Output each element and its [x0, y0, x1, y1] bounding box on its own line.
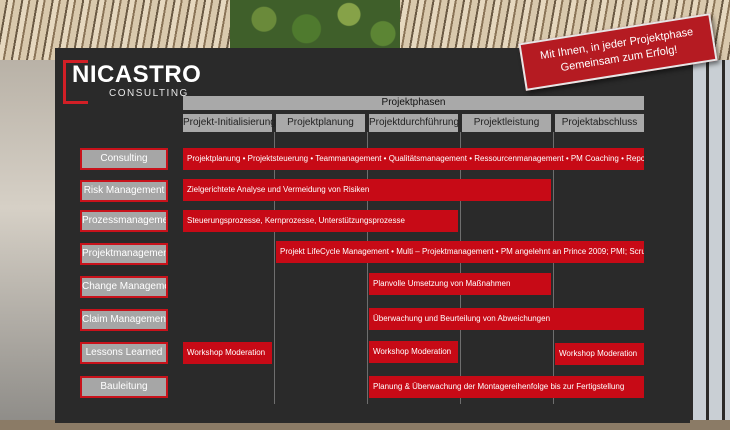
phase-initialisierung[interactable]: Projekt-Initialisierung: [183, 114, 276, 132]
bar-projektmanagement: Projekt LifeCycle Management • Multi – P…: [276, 241, 644, 263]
bar-lessons-abschluss: Workshop Moderation: [555, 343, 644, 365]
category-risk-management[interactable]: Risk Management: [80, 180, 168, 202]
bar-consulting: Projektplanung • Projektsteuerung • Team…: [183, 148, 644, 170]
bar-lessons-durchfuehrung: Workshop Moderation: [369, 341, 458, 363]
logo-subtitle: CONSULTING: [109, 88, 189, 99]
office-left: [0, 60, 55, 430]
phase-planung[interactable]: Projektplanung: [276, 114, 365, 132]
logo-name: NICASTRO: [72, 61, 202, 88]
phase-durchfuehrung[interactable]: Projektdurchführung: [369, 114, 459, 132]
bar-risk: Zielgerichtete Analyse und Vermeidung vo…: [183, 179, 551, 201]
category-projektmanagement[interactable]: Projektmanagement: [80, 243, 168, 265]
category-claim-management[interactable]: Claim Management: [80, 309, 168, 331]
category-prozessmanagement[interactable]: Prozessmanagement: [80, 210, 168, 232]
plant-wall: [230, 0, 400, 48]
column-separator: [460, 132, 461, 404]
category-lessons-learned[interactable]: Lessons Learned: [80, 342, 168, 364]
office-window: [690, 60, 730, 430]
column-separator: [553, 132, 554, 404]
phase-abschluss[interactable]: Projektabschluss: [555, 114, 644, 132]
bar-lessons-initialisierung: Workshop Moderation: [183, 342, 272, 364]
column-separator: [367, 132, 368, 404]
bar-bauleitung: Planung & Überwachung der Montagereihenf…: [369, 376, 644, 398]
bar-change: Planvolle Umsetzung von Maßnahmen: [369, 273, 551, 295]
bar-claim: Überwachung und Beurteilung von Abweichu…: [369, 308, 644, 330]
column-separator: [274, 132, 275, 404]
phases-header: Projektphasen: [183, 96, 644, 110]
category-consulting[interactable]: Consulting: [80, 148, 168, 170]
category-bauleitung[interactable]: Bauleitung: [80, 376, 168, 398]
category-change-management[interactable]: Change Management: [80, 276, 168, 298]
phase-leistung[interactable]: Projektleistung: [462, 114, 551, 132]
bar-prozess: Steuerungsprozesse, Kernprozesse, Unters…: [183, 210, 458, 232]
